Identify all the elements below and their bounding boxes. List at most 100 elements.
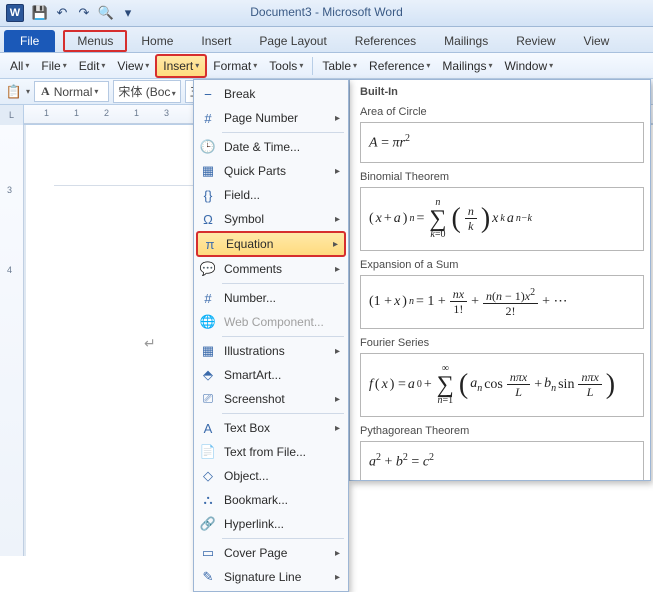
tab-insert[interactable]: Insert xyxy=(187,30,245,52)
menu-item-symbol[interactable]: ΩSymbol▸ xyxy=(196,207,346,231)
menu-separator xyxy=(222,538,344,539)
break-icon: ⎯ xyxy=(198,84,218,104)
gallery-item-title: Fourier Series xyxy=(360,337,644,349)
hyperlink-icon: 🔗 xyxy=(198,514,218,534)
bookmark-icon: ⛬ xyxy=(198,490,218,510)
menu-separator xyxy=(312,57,313,75)
menu-separator xyxy=(222,132,344,133)
menu-item-label: Object... xyxy=(224,469,340,483)
page-margin-guide xyxy=(54,185,194,315)
object-icon: ◇ xyxy=(198,466,218,486)
font-selector[interactable]: 宋体 (Boc ▾ xyxy=(113,80,180,103)
tab-mailings[interactable]: Mailings xyxy=(430,30,502,52)
submenu-arrow-icon: ▸ xyxy=(335,113,340,124)
menu-separator xyxy=(222,413,344,414)
menu-item-equation[interactable]: πEquation▸ xyxy=(196,231,346,257)
menu-mailings[interactable]: Mailings▾ xyxy=(436,56,498,76)
tab-view[interactable]: View xyxy=(570,30,624,52)
menu-item-illustrations[interactable]: ▦Illustrations▸ xyxy=(196,339,346,363)
text-from-file-icon: 📄 xyxy=(198,442,218,462)
menu-item-label: Text Box xyxy=(224,421,329,435)
menu-separator xyxy=(222,283,344,284)
tab-review[interactable]: Review xyxy=(502,30,569,52)
menu-item-label: Hyperlink... xyxy=(224,517,340,531)
menu-separator xyxy=(222,336,344,337)
menu-item-label: Number... xyxy=(224,291,340,305)
menu-window[interactable]: Window▾ xyxy=(498,56,559,76)
menu-item-label: Comments xyxy=(224,262,329,276)
style-selector[interactable]: A Normal ▾ xyxy=(34,81,109,102)
menu-item-screenshot[interactable]: ⎚Screenshot▸ xyxy=(196,387,346,411)
submenu-arrow-icon: ▸ xyxy=(335,166,340,177)
menu-tools[interactable]: Tools▾ xyxy=(263,56,309,76)
menu-item-label: Quick Parts xyxy=(224,164,329,178)
window-title: Document3 - Microsoft Word xyxy=(250,5,403,19)
menu-format[interactable]: Format▾ xyxy=(207,56,263,76)
menu-item-text-box[interactable]: AText Box▸ xyxy=(196,416,346,440)
menu-view[interactable]: View▾ xyxy=(111,56,155,76)
menu-item-comments[interactable]: 💬Comments▸ xyxy=(196,257,346,281)
menu-item-field[interactable]: {}Field... xyxy=(196,183,346,207)
menu-item-label: Break xyxy=(224,87,340,101)
web-component-icon: 🌐 xyxy=(198,312,218,332)
menu-item-text-from-file[interactable]: 📄 Text from File... xyxy=(196,440,346,464)
date-time-icon: 🕒 xyxy=(198,137,218,157)
submenu-arrow-icon: ▸ xyxy=(333,239,338,250)
menu-item-label: Cover Page xyxy=(224,546,329,560)
menu-item-object[interactable]: ◇ Object... xyxy=(196,464,346,488)
print-preview-icon[interactable]: 🔍 xyxy=(96,3,116,23)
menu-item-bookmark[interactable]: ⛬Bookmark... xyxy=(196,488,346,512)
menu-table[interactable]: Table▾ xyxy=(316,56,363,76)
page-number-icon: # xyxy=(198,108,218,128)
symbol-icon: Ω xyxy=(198,209,218,229)
menu-item-signature-line[interactable]: ✎Signature Line▸ xyxy=(196,565,346,589)
smartart-icon: ⬘ xyxy=(198,365,218,385)
menu-insert[interactable]: Insert▾ xyxy=(155,54,207,78)
menu-item-date-time[interactable]: 🕒 Date & Time... xyxy=(196,135,346,159)
submenu-arrow-icon: ▸ xyxy=(335,394,340,405)
tab-menus[interactable]: Menus xyxy=(63,30,127,52)
cover-page-icon: ▭ xyxy=(198,543,218,563)
menu-item-cover-page[interactable]: ▭Cover Page▸ xyxy=(196,541,346,565)
menu-item-hyperlink[interactable]: 🔗 Hyperlink... xyxy=(196,512,346,536)
tab-references[interactable]: References xyxy=(341,30,430,52)
submenu-arrow-icon: ▸ xyxy=(335,423,340,434)
insert-menu-dropdown: ⎯Break#Page Number▸🕒Date & Time...▦Quick… xyxy=(193,79,349,592)
menu-item-label: Symbol xyxy=(224,212,329,226)
menu-item-quick-parts[interactable]: ▦Quick Parts▸ xyxy=(196,159,346,183)
menu-item-number[interactable]: #Number... xyxy=(196,286,346,310)
equation-pythagorean-theorem[interactable]: a2 + b2 = c2 xyxy=(360,441,644,481)
menu-item-label: Date & Time... xyxy=(224,140,340,154)
menu-item-label: Page Number xyxy=(224,111,329,125)
classic-menu-bar: All▾ File▾ Edit▾ View▾ Insert▾ Format▾ T… xyxy=(0,53,653,79)
gallery-item-title: Expansion of a Sum xyxy=(360,259,644,271)
equation-expansion-of-sum[interactable]: (1 + x)n = 1 + nx1! + n(n − 1)x22! + ⋯ xyxy=(360,275,644,329)
menu-item-label: Text from File... xyxy=(224,445,340,459)
gallery-item-title: Pythagorean Theorem xyxy=(360,425,644,437)
redo-icon[interactable]: ↷ xyxy=(74,3,94,23)
app-icon[interactable]: W xyxy=(6,4,24,22)
field-icon: {} xyxy=(198,185,218,205)
file-tab[interactable]: File xyxy=(4,30,55,52)
menu-item-smartart[interactable]: ⬘SmartArt... xyxy=(196,363,346,387)
undo-icon[interactable]: ↶ xyxy=(52,3,72,23)
gallery-heading: Built-In xyxy=(360,86,644,98)
equation-area-of-circle[interactable]: A = πr2 xyxy=(360,122,644,163)
menu-item-break[interactable]: ⎯ Break xyxy=(196,82,346,106)
vertical-ruler[interactable]: 3 4 xyxy=(0,125,24,556)
tab-home[interactable]: Home xyxy=(127,30,187,52)
menu-edit[interactable]: Edit▾ xyxy=(73,56,112,76)
equation-fourier-series[interactable]: f(x) = a0 + ∞∑n=1 ( an cos nπxL + bn sin… xyxy=(360,353,644,417)
paste-icon[interactable]: 📋 xyxy=(4,82,24,102)
qat-customize-icon[interactable]: ▾ xyxy=(118,3,138,23)
tab-page-layout[interactable]: Page Layout xyxy=(245,30,340,52)
menu-item-web-component: 🌐Web Component... xyxy=(196,310,346,334)
menu-all[interactable]: All▾ xyxy=(4,56,35,76)
menu-file[interactable]: File▾ xyxy=(35,56,72,76)
menu-item-label: Equation xyxy=(226,237,327,251)
save-icon[interactable]: 💾 xyxy=(30,3,50,23)
submenu-arrow-icon: ▸ xyxy=(335,264,340,275)
menu-item-page-number[interactable]: # Page Number ▸ xyxy=(196,106,346,130)
menu-reference[interactable]: Reference▾ xyxy=(363,56,436,76)
equation-binomial-theorem[interactable]: (x + a)n = n∑k=0 (nk) xkan−k xyxy=(360,187,644,251)
